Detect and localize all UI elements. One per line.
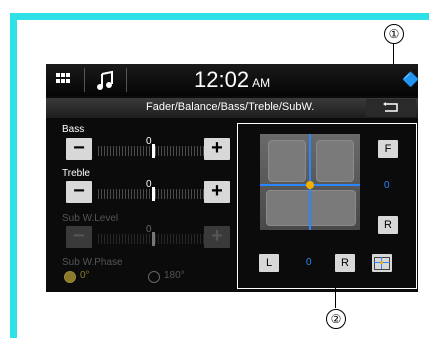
status-bar: 12:02 AM 🔷	[46, 64, 418, 96]
grid-icon[interactable]	[56, 73, 70, 85]
treble-label: Treble	[62, 168, 90, 179]
fader-value: 0	[384, 180, 390, 191]
phase-180-label: 180°	[164, 270, 185, 281]
back-button[interactable]	[366, 99, 416, 117]
subw-level-minus-button[interactable]: −	[66, 226, 92, 248]
callout-2: ②	[326, 309, 346, 329]
left-button[interactable]: L	[259, 254, 279, 272]
rear-seat	[266, 190, 356, 226]
balance-value: 0	[306, 257, 312, 268]
callout-2-leader	[335, 288, 336, 308]
treble-meter	[98, 187, 208, 201]
divider	[126, 68, 127, 92]
bass-value: 0	[146, 136, 152, 147]
phase-0-radio[interactable]	[64, 271, 76, 283]
bass-label: Bass	[62, 124, 85, 135]
treble-value: 0	[146, 179, 152, 190]
callout-1: ①	[384, 24, 404, 44]
treble-minus-button[interactable]: −	[66, 181, 92, 203]
fader-balance-pad[interactable]	[260, 134, 360, 230]
center-button[interactable]	[372, 254, 392, 272]
frame-left-border	[10, 13, 17, 338]
divider	[84, 68, 85, 92]
front-right-seat	[316, 140, 354, 182]
subw-level-value: 0	[146, 224, 152, 235]
phase-0-label: 0°	[80, 270, 90, 281]
bass-plus-button[interactable]: +	[204, 138, 230, 160]
bluetooth-icon: 🔷	[402, 71, 418, 87]
frame-top-border	[10, 13, 429, 20]
clock: 12:02 AM	[194, 67, 271, 92]
subw-level-meter	[98, 232, 208, 246]
bass-meter	[98, 144, 208, 158]
bass-minus-button[interactable]: −	[66, 138, 92, 160]
head-unit-screen: 12:02 AM 🔷 Fader/Balance/Bass/Treble/SubW…	[46, 64, 418, 292]
front-button[interactable]: F	[378, 140, 398, 158]
right-button[interactable]: R	[335, 254, 355, 272]
subw-phase-label: Sub W.Phase	[62, 257, 123, 268]
phase-180-radio[interactable]	[148, 271, 160, 283]
back-arrow-icon	[383, 102, 398, 112]
page-title: Fader/Balance/Bass/Treble/SubW.	[146, 101, 315, 113]
treble-plus-button[interactable]: +	[204, 181, 230, 203]
front-left-seat	[268, 140, 306, 182]
rear-button[interactable]: R	[378, 216, 398, 234]
title-bar: Fader/Balance/Bass/Treble/SubW.	[46, 98, 418, 118]
subw-level-label: Sub W.Level	[62, 213, 119, 224]
subw-level-plus-button[interactable]: +	[204, 226, 230, 248]
music-note-icon[interactable]	[96, 70, 118, 92]
sound-position-dot[interactable]	[306, 181, 314, 189]
